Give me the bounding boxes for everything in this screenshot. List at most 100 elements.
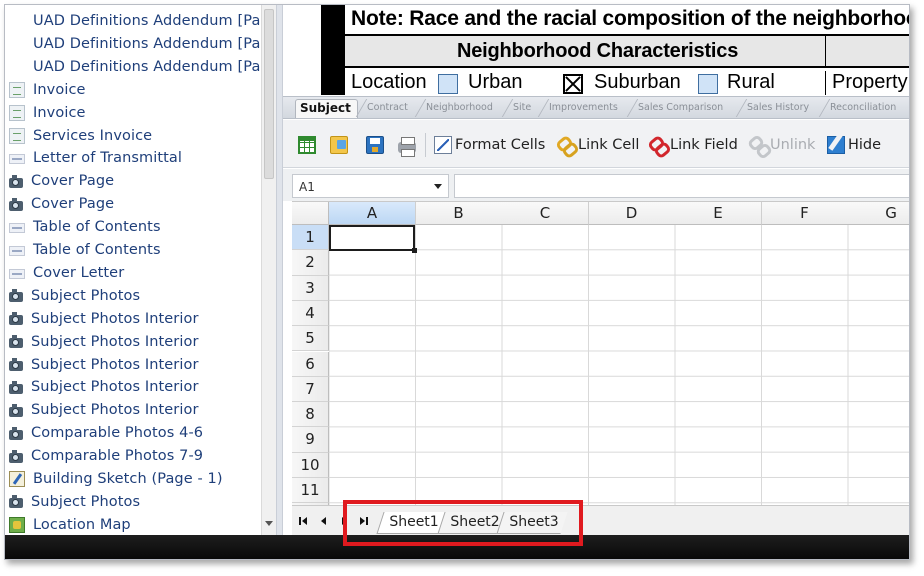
tree-item[interactable]: Table of Contents: [5, 216, 261, 238]
select-all-corner[interactable]: [292, 202, 329, 225]
tab-site[interactable]: Site: [513, 99, 531, 118]
tree-item[interactable]: Subject Photos Interior: [5, 308, 261, 330]
camera-icon: [9, 335, 23, 349]
tree-item-label: UAD Definitions Addendum [Pag: [33, 35, 261, 52]
formula-bar: A1: [283, 169, 909, 201]
formula-input[interactable]: [454, 174, 909, 198]
new-sheet-button[interactable]: [298, 133, 316, 157]
tree-item[interactable]: Cover Page: [5, 170, 261, 192]
tree-item[interactable]: Subject Photos Interior: [5, 331, 261, 353]
tree-item[interactable]: Subject Photos: [5, 285, 261, 307]
tree-item[interactable]: UAD Definitions Addendum [Pag: [5, 10, 261, 32]
tab-reconciliation[interactable]: Reconciliation: [830, 99, 896, 118]
form-note: Note: Race and the racial composition of…: [351, 7, 910, 30]
tab-improvements[interactable]: Improvements: [549, 99, 618, 118]
hide-icon: [827, 136, 845, 154]
tree-scrollbar[interactable]: [261, 5, 276, 535]
hide-button[interactable]: Hide: [827, 133, 881, 157]
column-header[interactable]: E: [675, 202, 762, 225]
tree-item[interactable]: Subject Photos Interior: [5, 399, 261, 421]
save-button[interactable]: [366, 133, 384, 157]
tab-neighborhood[interactable]: Neighborhood: [426, 99, 493, 118]
tree-scrollbar-thumb[interactable]: [264, 9, 274, 179]
name-box-value: A1: [299, 180, 315, 194]
column-header[interactable]: A: [329, 202, 416, 225]
first-sheet-icon[interactable]: [298, 515, 310, 529]
row-header[interactable]: 2: [292, 250, 329, 276]
open-button[interactable]: [330, 133, 348, 157]
tree-item[interactable]: Cover Letter: [5, 262, 261, 284]
chevron-down-icon[interactable]: [434, 184, 442, 189]
camera-icon: [9, 174, 23, 188]
panel-splitter[interactable]: [276, 5, 283, 535]
tree-item-label: Comparable Photos 7-9: [31, 448, 204, 465]
tab-sales-comparison[interactable]: Sales Comparison: [638, 99, 723, 118]
rural-label: Rural: [727, 71, 775, 93]
rural-checkbox[interactable]: [698, 74, 718, 94]
tab-sales-history[interactable]: Sales History: [747, 99, 809, 118]
tree-item-label: Invoice: [33, 81, 86, 98]
column-header[interactable]: G: [848, 202, 909, 225]
form-side-bar: [321, 5, 345, 95]
format-cells-button[interactable]: Format Cells: [434, 133, 545, 157]
tree-item[interactable]: Building Sketch (Page - 1): [5, 468, 261, 490]
unlink-button[interactable]: Unlink: [749, 133, 815, 157]
cell-area[interactable]: [329, 225, 909, 505]
tree-item[interactable]: Invoice: [5, 102, 261, 124]
row-header[interactable]: 6: [292, 351, 329, 377]
row-header[interactable]: 4: [292, 300, 329, 327]
print-button[interactable]: [398, 133, 416, 157]
tree-item[interactable]: Services Invoice: [5, 125, 261, 147]
column-header[interactable]: B: [415, 202, 503, 225]
urban-checkbox[interactable]: [438, 74, 458, 94]
link-cell-button[interactable]: Link Cell: [557, 133, 639, 157]
row-header[interactable]: 8: [292, 402, 329, 428]
prev-sheet-icon[interactable]: [318, 515, 330, 529]
scroll-down-icon[interactable]: [265, 521, 273, 526]
row-header[interactable]: 9: [292, 427, 329, 453]
tree-item[interactable]: Table of Contents: [5, 239, 261, 261]
format-cells-label: Format Cells: [455, 137, 546, 153]
row-header[interactable]: 10: [292, 452, 329, 478]
tab-contract[interactable]: Contract: [367, 99, 408, 118]
tree-item[interactable]: Location Map: [5, 514, 261, 535]
tree-item[interactable]: UAD Definitions Addendum [Pag: [5, 33, 261, 55]
camera-icon: [9, 380, 23, 394]
form-section-header: Neighborhood Characteristics: [345, 36, 909, 68]
active-cell-a1[interactable]: [329, 225, 417, 253]
letter-icon: [9, 223, 25, 234]
row-header[interactable]: 5: [292, 326, 329, 352]
toolbar-separator: [425, 133, 426, 157]
location-label: Location: [351, 71, 427, 93]
row-header[interactable]: 1: [292, 225, 329, 251]
column-header[interactable]: C: [502, 202, 589, 225]
tree-item[interactable]: Cover Page: [5, 193, 261, 215]
letter-icon: [9, 154, 25, 165]
row-header[interactable]: 7: [292, 376, 329, 403]
row-header[interactable]: 3: [292, 275, 329, 301]
open-folder-icon: [330, 136, 348, 154]
link-field-button[interactable]: Link Field: [649, 133, 738, 157]
section-title: Neighborhood Characteristics: [457, 40, 739, 62]
grid-icon: [298, 136, 316, 154]
sheet-tabs-highlight: [343, 500, 583, 546]
tree-item-label: Subject Photos Interior: [31, 379, 199, 396]
invoice-icon: [9, 104, 25, 121]
name-box[interactable]: A1: [292, 174, 449, 198]
suburban-checkbox[interactable]: [563, 74, 583, 94]
tree-item[interactable]: Subject Photos Interior: [5, 354, 261, 376]
tab-subject[interactable]: Subject: [295, 99, 358, 118]
column-header[interactable]: F: [761, 202, 849, 225]
row-header[interactable]: 11: [292, 478, 329, 504]
tree-item[interactable]: Comparable Photos 7-9: [5, 445, 261, 467]
spreadsheet-grid: ABCDEFG 123456789101112: [292, 201, 909, 505]
column-header[interactable]: D: [588, 202, 676, 225]
tree-item[interactable]: Invoice: [5, 79, 261, 101]
tree-item[interactable]: Letter of Transmittal: [5, 147, 261, 169]
tree-item[interactable]: Subject Photos Interior: [5, 376, 261, 398]
suburban-label: Suburban: [594, 71, 681, 93]
tree-item[interactable]: Subject Photos: [5, 491, 261, 513]
app-window: UAD Definitions Addendum [Pag UAD Definit…: [4, 4, 910, 560]
tree-item[interactable]: Comparable Photos 4-6: [5, 422, 261, 444]
tree-item[interactable]: UAD Definitions Addendum [Pag: [5, 56, 261, 78]
